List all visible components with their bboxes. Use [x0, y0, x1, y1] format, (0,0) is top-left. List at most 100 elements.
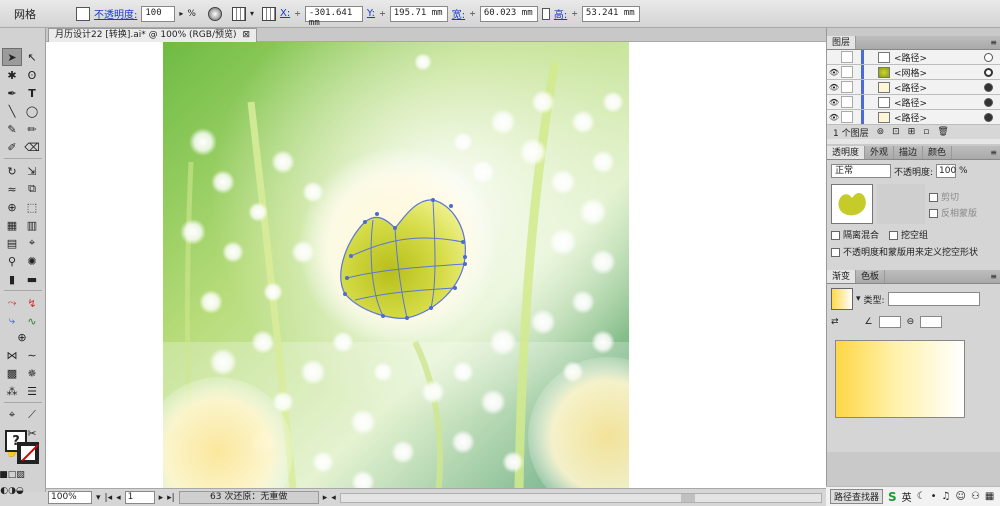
x-label[interactable]: X: — [280, 8, 290, 19]
warp-tool-icon[interactable]: ≈ — [2, 180, 22, 198]
gradient-tool-icon[interactable]: ▤ — [2, 234, 22, 252]
tab-transparency[interactable]: 透明度 — [827, 146, 866, 159]
layer-row[interactable]: 👁︎ <路径> — [827, 80, 1000, 95]
lock-toggle[interactable] — [841, 96, 853, 108]
new-layer-icon[interactable]: ▫ — [923, 127, 929, 137]
ellipse-tool-icon[interactable]: ◯ — [22, 102, 42, 120]
clip-option[interactable]: 剪切 — [929, 190, 977, 203]
chevron-down-icon[interactable]: ▸ — [179, 9, 183, 18]
y-label[interactable]: Y: — [367, 8, 375, 19]
y-field[interactable]: 195.71 mm — [389, 5, 448, 22]
symbol-sprayer-tool-icon[interactable]: ✺ — [22, 252, 42, 270]
last-page-icon[interactable]: ▸| — [167, 493, 175, 503]
blend-mode-select[interactable]: 正常 — [831, 164, 891, 178]
tab-swatches[interactable]: 色板 — [856, 270, 886, 283]
chevron-down-icon[interactable]: ▾ — [250, 9, 254, 18]
scale-tool-icon[interactable]: ⇲ — [22, 162, 42, 180]
lock-toggle[interactable] — [841, 66, 853, 78]
type-tool-icon[interactable]: T — [22, 84, 42, 102]
lock-toggle[interactable] — [841, 51, 853, 63]
close-icon[interactable]: ⊠ — [242, 29, 250, 42]
artboard-tool-icon[interactable]: ⤳ — [2, 294, 22, 312]
gradient-ramp[interactable] — [835, 340, 965, 418]
invert-mask-checkbox[interactable] — [929, 208, 938, 218]
reverse-gradient-icon[interactable]: ⇄ — [831, 317, 839, 327]
panel-menu-icon[interactable]: ≡ — [990, 146, 1000, 159]
ime-language[interactable]: 英 — [902, 489, 912, 504]
layer-row[interactable]: <路径> — [827, 50, 1000, 65]
target-icon[interactable] — [984, 67, 993, 77]
x-field[interactable]: -301.641 mm — [304, 5, 363, 28]
height-field[interactable]: 53.241 mm — [581, 5, 640, 22]
transform-icon[interactable] — [76, 6, 90, 21]
warp-mesh-tool-icon[interactable]: ⋈ — [2, 346, 22, 364]
visibility-icon[interactable]: 👁︎ — [827, 113, 841, 122]
knockout-group-checkbox[interactable] — [889, 231, 899, 240]
style-icon[interactable] — [207, 6, 222, 21]
stepper-icon[interactable]: ÷ — [294, 9, 301, 18]
height-label[interactable]: 高: — [554, 6, 567, 21]
tab-stroke[interactable]: 描边 — [894, 146, 924, 159]
align-grid-icon[interactable] — [231, 6, 246, 21]
tab-layers[interactable]: 图层 — [827, 36, 857, 49]
live-paint-tool-icon[interactable]: ⬚ — [22, 198, 42, 216]
opacity-mask-option[interactable]: 不透明度和蒙版用来定义挖空形状 — [831, 245, 978, 258]
visibility-icon[interactable]: 👁︎ — [827, 83, 841, 92]
locate-icon[interactable]: ⊚ — [877, 127, 885, 137]
draw-mode-icon[interactable]: ◐◑◒ — [0, 482, 24, 500]
canvas[interactable] — [46, 42, 826, 488]
mask-thumbnail[interactable] — [877, 184, 925, 224]
pathfinder-tab[interactable]: 路径查找器 — [830, 489, 884, 504]
opacity-input[interactable]: 100 — [936, 164, 956, 178]
chevron-down-icon[interactable]: ▾ — [856, 294, 861, 304]
stepper-icon[interactable]: ÷ — [571, 9, 578, 18]
knockout-group-option[interactable]: 挖空组 — [889, 228, 928, 241]
knife-tool-icon[interactable]: ⟋ — [22, 406, 42, 424]
bar-graph-tool-icon[interactable]: ▬ — [22, 270, 42, 288]
opacity-mask-checkbox[interactable] — [831, 248, 840, 257]
next-page-icon[interactable]: ▸ — [159, 493, 164, 503]
list-tool-icon[interactable]: ☰ — [22, 382, 42, 400]
isolate-blending-checkbox[interactable] — [831, 231, 840, 240]
crosshair-tool-icon[interactable]: ⊕ — [12, 328, 32, 346]
opacity-field[interactable]: 100 — [141, 5, 176, 22]
blob-brush-tool-icon[interactable]: ✐ — [2, 138, 22, 156]
stepper-icon[interactable]: ÷ — [379, 9, 386, 18]
tab-gradient[interactable]: 渐变 — [827, 270, 857, 283]
panel-menu-icon[interactable]: ≡ — [990, 270, 1000, 283]
first-page-icon[interactable]: |◂ — [105, 493, 113, 503]
width-label[interactable]: 宽: — [452, 6, 465, 21]
eyedropper-tool-icon[interactable]: ⌖ — [22, 234, 42, 252]
pencil-tool-icon[interactable]: ✏ — [22, 120, 42, 138]
artboard[interactable] — [163, 42, 629, 488]
visibility-icon[interactable]: 👁︎ — [827, 98, 841, 107]
width-field[interactable]: 60.023 mm — [479, 5, 538, 22]
target-icon[interactable] — [984, 97, 993, 107]
invert-mask-option[interactable]: 反相蒙版 — [929, 206, 977, 219]
rotate-tool-icon[interactable]: ↻ — [2, 162, 22, 180]
line-tool-icon[interactable]: ╲ — [2, 102, 22, 120]
status-menu-icon[interactable]: ▸ — [323, 493, 328, 503]
column-graph-tool-icon[interactable]: ▮ — [2, 270, 22, 288]
clip-checkbox[interactable] — [929, 192, 938, 202]
eraser-tool-icon[interactable]: ⌫ — [22, 138, 42, 156]
panel-menu-icon[interactable]: ≡ — [990, 36, 1000, 49]
free-transform-tool-icon[interactable]: ⧉ — [22, 180, 42, 198]
horizontal-scrollbar[interactable] — [339, 492, 822, 503]
layer-row[interactable]: 👁︎ <路径> — [827, 110, 1000, 125]
document-tab[interactable]: 月历设计22 [转换].ai* @ 100% (RGB/预览) ⊠ — [48, 28, 258, 42]
grid-tool-icon[interactable]: ▩ — [2, 364, 22, 382]
dot-icon[interactable]: • — [931, 491, 937, 502]
measure-tool-icon[interactable]: ⌖ — [2, 406, 22, 424]
layer-row[interactable]: 👁︎ <网格> — [827, 65, 1000, 80]
page-field[interactable]: 1 — [124, 491, 155, 504]
angle-input[interactable] — [878, 316, 901, 328]
gradient-type-select[interactable] — [887, 292, 980, 306]
blend-tool-icon[interactable]: ⚲ — [2, 252, 22, 270]
link-icon[interactable] — [541, 7, 550, 20]
lock-toggle[interactable] — [841, 111, 853, 123]
pen-tool-icon[interactable]: ✒ — [2, 84, 22, 102]
aspect-input[interactable] — [920, 316, 943, 328]
scroll-left-icon[interactable]: ◂ — [331, 493, 336, 503]
tab-color[interactable]: 颜色 — [923, 146, 953, 159]
